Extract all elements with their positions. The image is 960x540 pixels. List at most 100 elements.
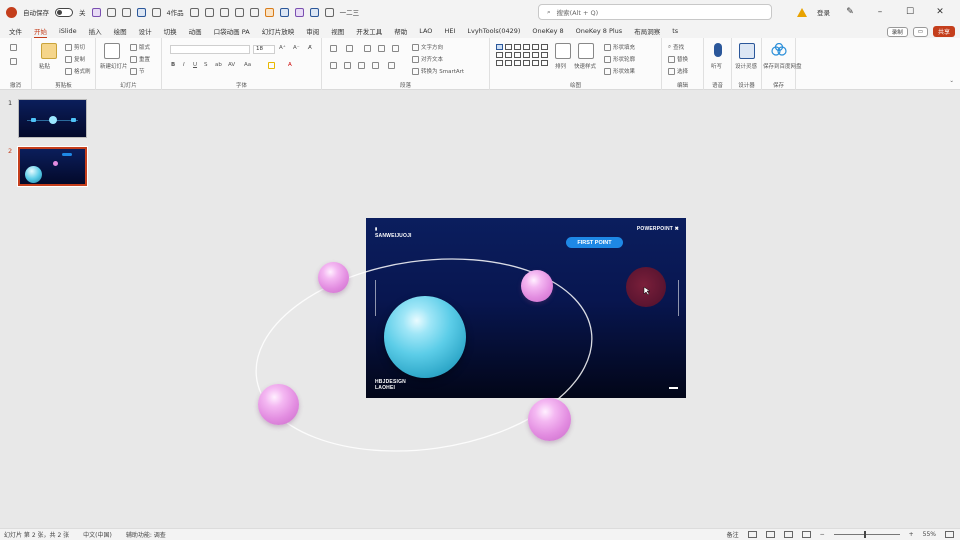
designer-icon[interactable] xyxy=(739,43,755,59)
shrink-font-button[interactable]: A⁻ xyxy=(293,45,300,51)
cloud-icon[interactable] xyxy=(771,43,787,57)
addin-icon[interactable] xyxy=(294,7,304,17)
zoom-level[interactable]: 55% xyxy=(923,531,936,538)
align-text-button[interactable]: 对齐文本 xyxy=(412,55,443,63)
zoom-slider-thumb[interactable] xyxy=(863,531,866,538)
coauthor-icon[interactable]: ✎ xyxy=(840,7,860,17)
bullets-button[interactable] xyxy=(330,45,337,52)
shapes-gallery[interactable] xyxy=(496,44,548,66)
grid-icon[interactable] xyxy=(309,7,319,17)
record-button[interactable]: 录制 xyxy=(886,26,908,37)
tab-19[interactable]: 布局洞察 xyxy=(634,26,660,36)
tab-4[interactable]: 绘图 xyxy=(114,26,127,36)
indent-decrease-button[interactable] xyxy=(364,45,371,52)
layout-button[interactable]: 版式 xyxy=(130,43,150,51)
brand-text[interactable]: SANWEIJUOJI xyxy=(375,233,412,239)
tab-18[interactable]: OneKey 8 Plus xyxy=(576,27,623,35)
new-slide-icon[interactable] xyxy=(104,43,120,59)
highlight-button[interactable] xyxy=(268,62,275,69)
share-button[interactable]: 共享 xyxy=(932,26,955,37)
zoom-in-button[interactable]: + xyxy=(909,531,914,538)
blue-sphere[interactable] xyxy=(384,296,466,378)
find-button[interactable]: ⌕ 查找 xyxy=(668,43,684,52)
design-ideas-button[interactable]: 设计灵感 xyxy=(735,62,757,70)
tab-7[interactable]: 动画 xyxy=(189,26,202,36)
search-input[interactable]: ⌕ 搜索(Alt + Q) xyxy=(538,4,772,20)
tab-6[interactable]: 切换 xyxy=(164,26,177,36)
tab-14[interactable]: LAO xyxy=(419,27,432,35)
zoom-out-button[interactable]: − xyxy=(820,531,825,538)
minimize-button[interactable]: – xyxy=(870,7,890,17)
bold-button[interactable]: B xyxy=(171,62,175,68)
section-button[interactable]: 节 xyxy=(130,67,145,75)
accessibility-status[interactable]: 辅助功能: 调查 xyxy=(126,530,166,539)
maximize-button[interactable]: ☐ xyxy=(900,7,920,17)
save-to-cloud-button[interactable]: 保存到百度网盘 xyxy=(763,62,802,70)
arrange-icon[interactable] xyxy=(555,43,571,59)
font-size-select[interactable]: 18 xyxy=(253,45,275,54)
slide-thumbnail-1[interactable] xyxy=(18,99,87,138)
align-center-icon[interactable] xyxy=(204,7,214,17)
clear-format-button[interactable]: A̸ xyxy=(308,45,312,51)
group-icon[interactable] xyxy=(249,7,259,17)
text-direction-button[interactable]: 文字方向 xyxy=(412,43,443,51)
collapse-ribbon-icon[interactable]: ⌄ xyxy=(949,78,954,84)
justify-button[interactable] xyxy=(372,62,379,69)
smartart-button[interactable]: 转换为 SmartArt xyxy=(412,67,464,75)
paste-button[interactable]: 粘贴 xyxy=(39,62,50,70)
shadow-button[interactable]: S xyxy=(204,62,208,68)
spacing-button[interactable]: AV xyxy=(228,62,235,68)
slide-sorter-icon[interactable] xyxy=(765,531,775,538)
shape-effects-button[interactable]: 形状效果 xyxy=(604,67,635,75)
microphone-icon[interactable] xyxy=(714,43,722,57)
pink-sphere-bottom[interactable] xyxy=(528,398,571,441)
line-spacing-button[interactable] xyxy=(392,45,399,52)
reading-view-icon[interactable] xyxy=(783,531,793,538)
tab-17[interactable]: OneKey 8 xyxy=(532,27,563,35)
strikethrough-button[interactable]: ab xyxy=(215,62,222,68)
redo-icon[interactable] xyxy=(10,58,17,65)
align-right-button[interactable] xyxy=(358,62,365,69)
arrange-button[interactable]: 排列 xyxy=(555,62,566,70)
align-right-icon[interactable] xyxy=(219,7,229,17)
align-center-button[interactable] xyxy=(344,62,351,69)
quick-styles-button[interactable]: 快速样式 xyxy=(574,62,596,70)
tab-8[interactable]: 口袋动画 PA xyxy=(214,26,250,36)
numbering-button[interactable] xyxy=(346,45,353,52)
tab-5[interactable]: 设计 xyxy=(139,26,152,36)
powerpoint-label[interactable]: POWERPOINT ✖ xyxy=(637,226,679,232)
italic-button[interactable]: I xyxy=(183,62,185,68)
language-status[interactable]: 中文(中国) xyxy=(83,530,112,539)
fit-to-window-icon[interactable] xyxy=(945,531,954,538)
tab-20[interactable]: ts xyxy=(672,27,678,35)
tab-16[interactable]: LvyhTools(0429) xyxy=(467,27,520,35)
pink-sphere-top-right[interactable] xyxy=(521,270,553,302)
tab-11[interactable]: 视图 xyxy=(331,26,344,36)
distribute-icon[interactable] xyxy=(234,7,244,17)
new-slide-button[interactable]: 新建幻灯片 xyxy=(100,62,128,70)
zoom-slider[interactable] xyxy=(833,531,900,538)
format-painter-button[interactable]: 格式刷 xyxy=(65,67,91,75)
folder-icon[interactable] xyxy=(264,7,274,17)
normal-view-icon[interactable] xyxy=(747,531,757,538)
tab-2[interactable]: iSlide xyxy=(59,27,77,35)
tab-10[interactable]: 审阅 xyxy=(306,26,319,36)
mode-label[interactable]: 一二三 xyxy=(340,7,360,17)
align-left-icon[interactable] xyxy=(189,7,199,17)
tab-0[interactable]: 文件 xyxy=(9,26,22,36)
dictate-button[interactable]: 听写 xyxy=(711,62,722,70)
tab-12[interactable]: 开发工具 xyxy=(356,26,382,36)
underline-button[interactable]: U xyxy=(193,62,197,68)
table-icon[interactable] xyxy=(324,7,334,17)
cut-button[interactable]: 剪切 xyxy=(65,43,85,51)
columns-button[interactable] xyxy=(388,62,395,69)
redo-icon[interactable] xyxy=(121,7,131,17)
copy-button[interactable]: 复制 xyxy=(65,55,85,63)
change-case-button[interactable]: Aa xyxy=(244,62,251,68)
paste-icon[interactable] xyxy=(41,43,57,59)
islide-icon[interactable] xyxy=(279,7,289,17)
notes-button[interactable]: 备注 xyxy=(727,530,739,539)
indent-increase-button[interactable] xyxy=(378,45,385,52)
font-family-select[interactable] xyxy=(170,45,250,54)
align-left-button[interactable] xyxy=(330,62,337,69)
